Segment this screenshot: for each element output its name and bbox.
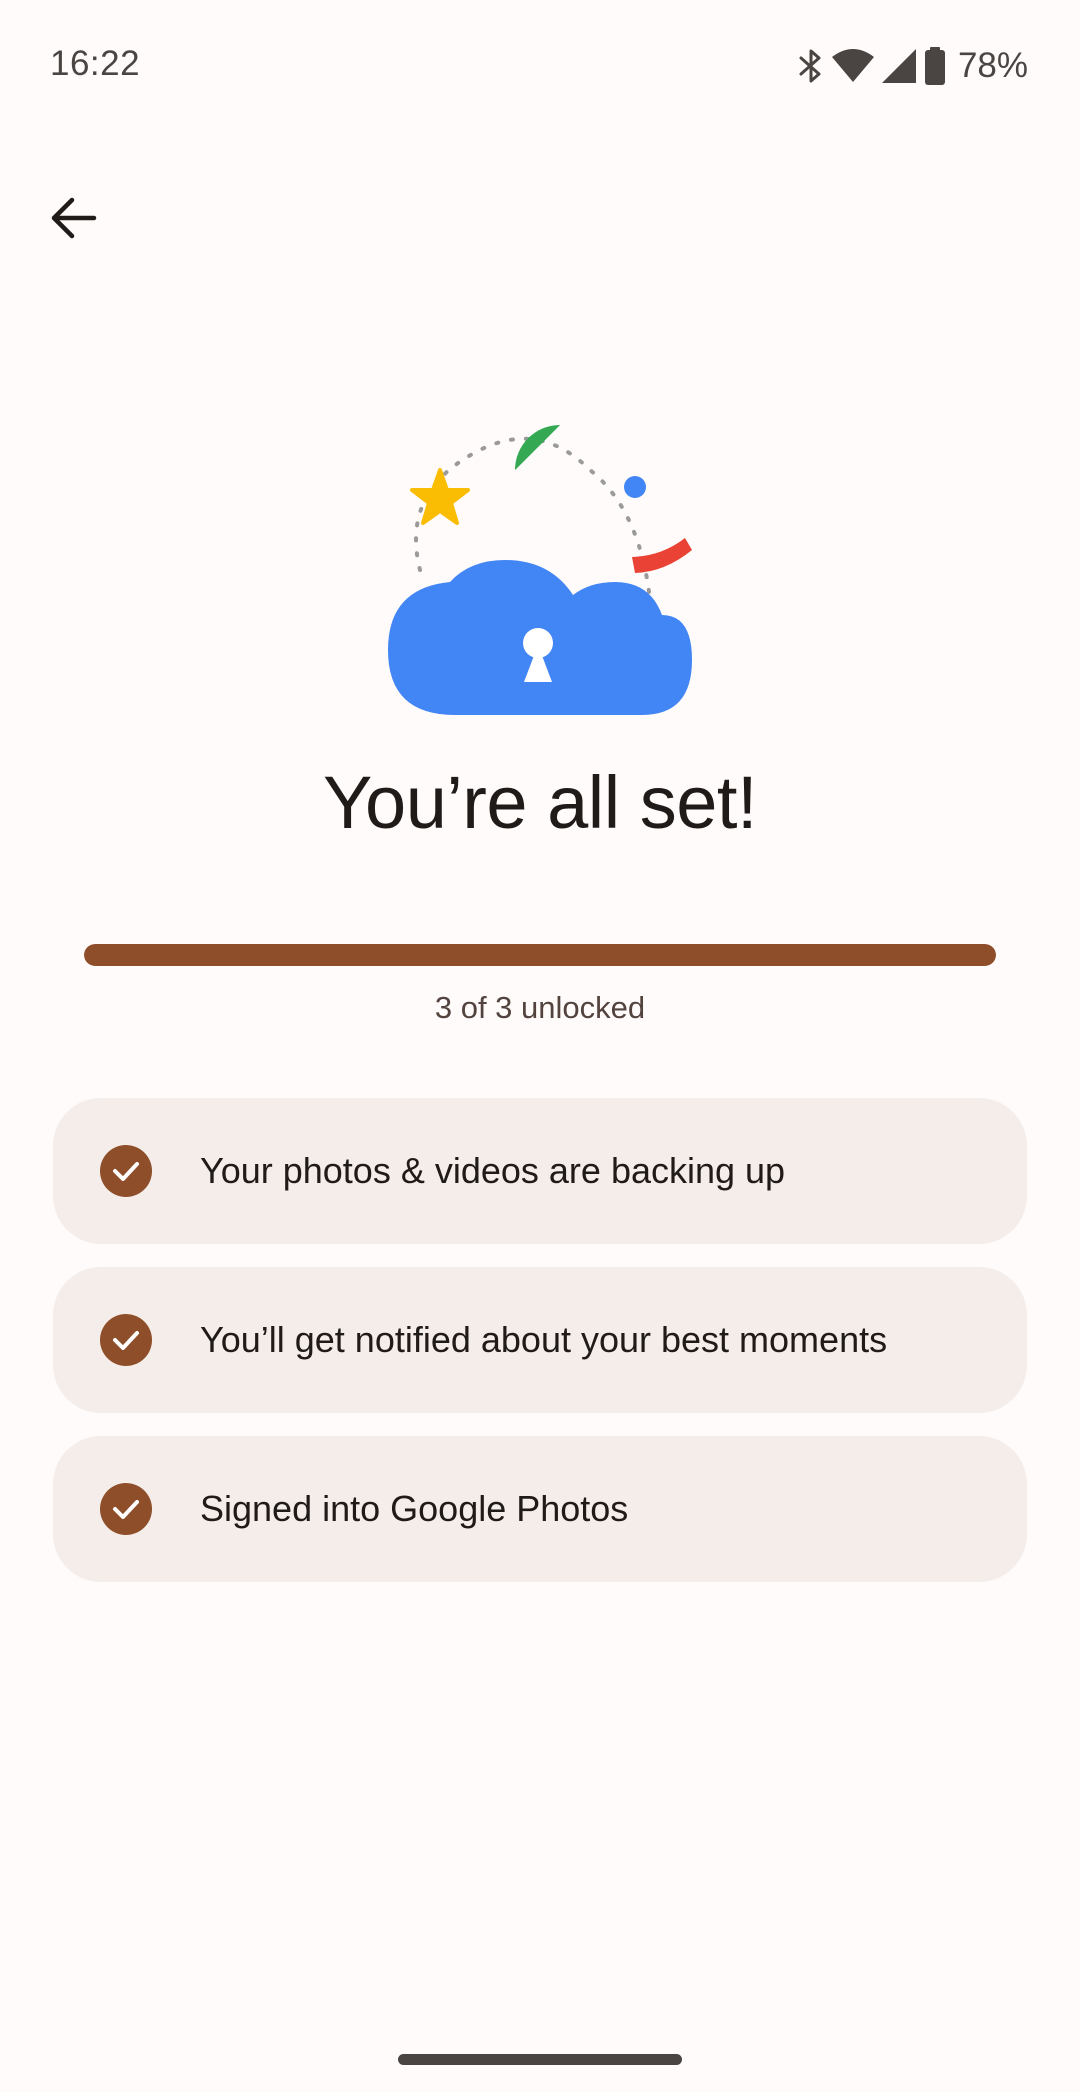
checklist-item-notifications: You’ll get notified about your best mome… <box>53 1267 1027 1413</box>
page-title: You’re all set! <box>322 761 758 844</box>
battery-percentage: 78% <box>957 46 1028 85</box>
unlock-progress-bar <box>84 944 996 966</box>
cellular-signal-icon <box>881 49 916 83</box>
arrow-back-icon <box>50 196 98 245</box>
battery-icon <box>924 47 946 85</box>
star-shape <box>410 468 470 525</box>
bluetooth-icon <box>798 48 824 84</box>
checklist-item-signed-in: Signed into Google Photos <box>53 1436 1027 1582</box>
gesture-nav-handle[interactable] <box>398 2054 682 2065</box>
status-bar: 16:22 78% <box>0 0 1080 130</box>
check-circle-icon <box>100 1314 152 1366</box>
unlock-progress-label: 3 of 3 unlocked <box>434 990 646 1025</box>
back-button[interactable] <box>34 180 114 260</box>
wifi-icon <box>831 49 874 83</box>
status-time: 16:22 <box>50 44 141 83</box>
check-circle-icon <box>100 1145 152 1197</box>
unlock-progress-fill <box>84 944 996 966</box>
checklist-item-label: Your photos & videos are backing up <box>200 1150 786 1191</box>
check-circle-icon <box>100 1483 152 1535</box>
status-icons: 78% <box>798 44 1028 88</box>
checklist-item-label: You’ll get notified about your best mome… <box>200 1319 888 1360</box>
checklist: Your photos & videos are backing up You’… <box>53 1098 1027 1605</box>
checklist-item-backup: Your photos & videos are backing up <box>53 1098 1027 1244</box>
cloud-lock-illustration <box>380 410 710 730</box>
checklist-item-label: Signed into Google Photos <box>200 1488 629 1529</box>
